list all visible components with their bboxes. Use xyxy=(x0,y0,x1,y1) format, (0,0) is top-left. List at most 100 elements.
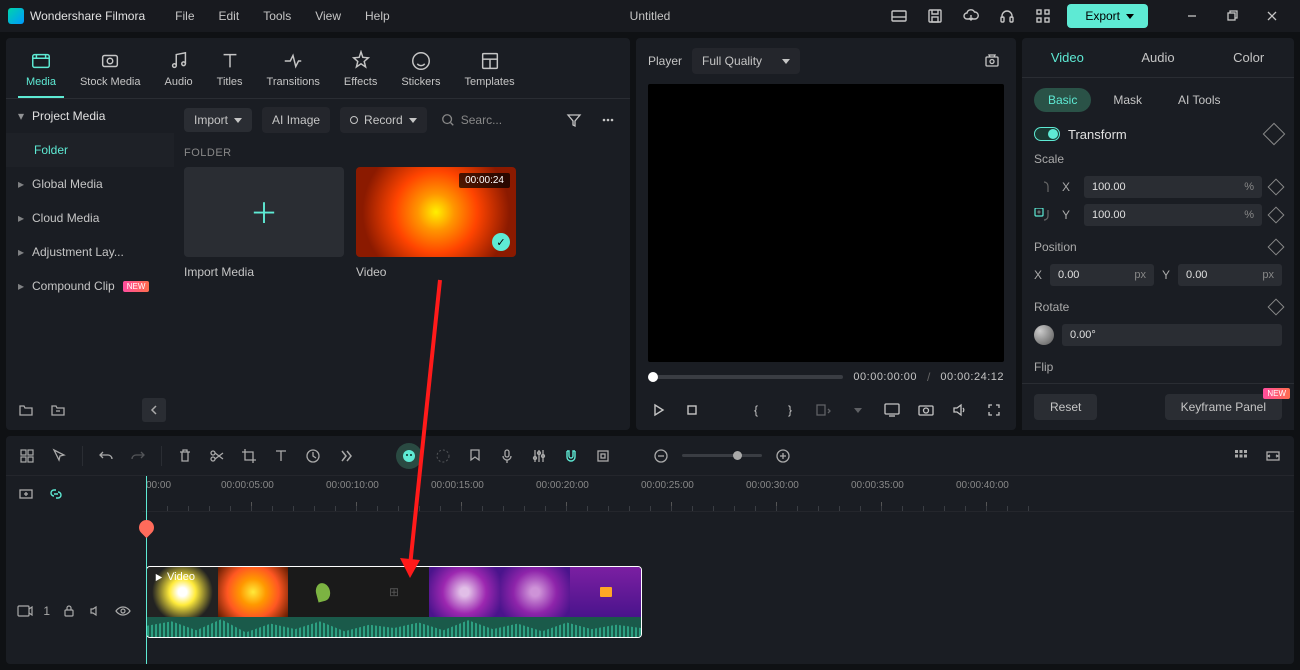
sidebar-item-adjustment-layer[interactable]: ▸Adjustment Lay... xyxy=(6,235,174,269)
zoom-in-icon[interactable] xyxy=(772,445,794,467)
tl-cursor-icon[interactable] xyxy=(48,445,70,467)
reset-button[interactable]: Reset xyxy=(1034,394,1097,420)
zoom-out-icon[interactable] xyxy=(650,445,672,467)
scrub-bar[interactable] xyxy=(648,375,843,379)
menu-file[interactable]: File xyxy=(175,9,194,23)
ai-icon[interactable] xyxy=(396,443,422,469)
preview-viewport[interactable] xyxy=(648,84,1004,362)
redo-icon[interactable] xyxy=(127,445,149,467)
tab-effects[interactable]: Effects xyxy=(336,46,385,98)
ratio-icon[interactable] xyxy=(814,400,834,420)
mark-out-icon[interactable]: } xyxy=(780,400,800,420)
track-mute-icon[interactable] xyxy=(87,601,104,621)
collapse-sidebar-icon[interactable] xyxy=(142,398,166,422)
chevron-down-icon[interactable] xyxy=(848,400,868,420)
tab-transitions[interactable]: Transitions xyxy=(259,46,328,98)
zoom-slider[interactable] xyxy=(682,454,762,457)
minimize-button[interactable] xyxy=(1172,0,1212,32)
timeline-ruler[interactable]: 00:0000:00:05:0000:00:10:0000:00:15:0000… xyxy=(142,476,1294,512)
snapshot-icon[interactable] xyxy=(980,49,1004,73)
add-track-icon[interactable] xyxy=(16,484,36,504)
mixer-icon[interactable] xyxy=(528,445,550,467)
keyframe-icon[interactable] xyxy=(1268,207,1285,224)
fit-icon[interactable] xyxy=(1262,445,1284,467)
subtab-basic[interactable]: Basic xyxy=(1034,88,1091,112)
sidebar-header[interactable]: ▾Project Media xyxy=(6,99,174,133)
keyframe-icon[interactable] xyxy=(1263,123,1286,146)
keyframe-icon[interactable] xyxy=(592,445,614,467)
scale-x-input[interactable] xyxy=(1084,176,1262,198)
maximize-button[interactable] xyxy=(1212,0,1252,32)
menu-help[interactable]: Help xyxy=(365,9,390,23)
prop-tab-video[interactable]: Video xyxy=(1022,38,1113,77)
prop-tab-audio[interactable]: Audio xyxy=(1113,38,1204,77)
sidebar-item-compound-clip[interactable]: ▸Compound ClipNEW xyxy=(6,269,174,303)
sidebar-item-cloud-media[interactable]: ▸Cloud Media xyxy=(6,201,174,235)
search-input[interactable]: Searc... xyxy=(437,113,552,127)
subtab-mask[interactable]: Mask xyxy=(1099,88,1156,112)
track-visible-icon[interactable] xyxy=(115,601,132,621)
sidebar-item-global-media[interactable]: ▸Global Media xyxy=(6,167,174,201)
menu-view[interactable]: View xyxy=(315,9,341,23)
sidebar-item-folder[interactable]: Folder xyxy=(6,133,174,167)
display-icon[interactable] xyxy=(882,400,902,420)
volume-icon[interactable] xyxy=(950,400,970,420)
new-folder-icon[interactable] xyxy=(14,398,38,422)
play-icon[interactable] xyxy=(648,400,668,420)
tab-stock-media[interactable]: Stock Media xyxy=(72,46,149,98)
playhead[interactable] xyxy=(146,476,147,664)
filter-icon[interactable] xyxy=(562,108,586,132)
color-icon[interactable] xyxy=(432,445,454,467)
ai-image-button[interactable]: AI Image xyxy=(262,107,330,133)
apps-icon[interactable] xyxy=(1031,4,1055,28)
tab-media[interactable]: Media xyxy=(18,46,64,98)
quality-dropdown[interactable]: Full Quality xyxy=(692,48,800,74)
keyframe-panel-button[interactable]: Keyframe PanelNEW xyxy=(1165,394,1282,420)
subtab-ai-tools[interactable]: AI Tools xyxy=(1164,88,1234,112)
fullscreen-icon[interactable] xyxy=(984,400,1004,420)
record-dropdown[interactable]: Record xyxy=(340,107,427,133)
timeline-clip[interactable]: Video ⊞ xyxy=(146,566,642,638)
grid-view-icon[interactable] xyxy=(1230,445,1252,467)
close-button[interactable] xyxy=(1252,0,1292,32)
menu-tools[interactable]: Tools xyxy=(263,9,291,23)
transform-toggle[interactable] xyxy=(1034,127,1060,141)
mark-in-icon[interactable]: { xyxy=(746,400,766,420)
magnet-icon[interactable] xyxy=(560,445,582,467)
marker-icon[interactable] xyxy=(464,445,486,467)
tab-audio[interactable]: Audio xyxy=(157,46,201,98)
layout-icon[interactable] xyxy=(887,4,911,28)
rotate-dial[interactable] xyxy=(1034,325,1054,345)
keyframe-icon[interactable] xyxy=(1268,299,1285,316)
menu-edit[interactable]: Edit xyxy=(219,9,240,23)
text-icon[interactable] xyxy=(270,445,292,467)
tl-select-icon[interactable] xyxy=(16,445,38,467)
import-dropdown[interactable]: Import xyxy=(184,108,252,132)
split-icon[interactable] xyxy=(206,445,228,467)
keyframe-icon[interactable] xyxy=(1268,179,1285,196)
delete-icon[interactable] xyxy=(174,445,196,467)
new-bin-icon[interactable] xyxy=(46,398,70,422)
more-icon[interactable] xyxy=(596,108,620,132)
import-media-tile[interactable]: ＋ xyxy=(184,167,344,257)
tab-titles[interactable]: Titles xyxy=(209,46,251,98)
tab-stickers[interactable]: Stickers xyxy=(393,46,448,98)
camera-icon[interactable] xyxy=(916,400,936,420)
rotate-input[interactable] xyxy=(1062,324,1282,346)
headphones-icon[interactable] xyxy=(995,4,1019,28)
keyframe-icon[interactable] xyxy=(1268,239,1285,256)
cloud-icon[interactable] xyxy=(959,4,983,28)
speed-icon[interactable] xyxy=(302,445,324,467)
stop-icon[interactable] xyxy=(682,400,702,420)
save-icon[interactable] xyxy=(923,4,947,28)
video-thumbnail[interactable]: 00:00:24 ✓ xyxy=(356,167,516,257)
mic-icon[interactable] xyxy=(496,445,518,467)
scale-y-input[interactable] xyxy=(1084,204,1262,226)
scrub-knob[interactable] xyxy=(648,372,658,382)
prop-tab-color[interactable]: Color xyxy=(1203,38,1294,77)
track-video-icon[interactable] xyxy=(16,601,33,621)
export-button[interactable]: Export xyxy=(1067,4,1148,28)
crop-icon[interactable] xyxy=(238,445,260,467)
more-tools-icon[interactable] xyxy=(334,445,356,467)
tab-templates[interactable]: Templates xyxy=(456,46,522,98)
